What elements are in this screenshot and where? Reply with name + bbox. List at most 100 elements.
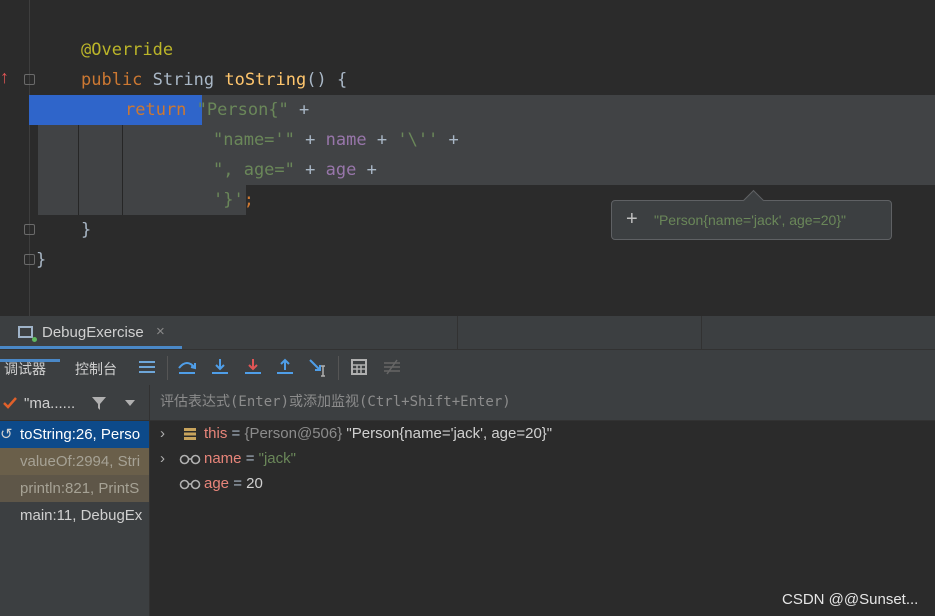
variables-panel: #watchbar input::placeholder{color:#8c8c… <box>150 385 935 616</box>
indent-guide <box>122 125 123 215</box>
trace-stream-icon[interactable] <box>381 356 403 378</box>
breakpoint-override-icon[interactable]: ↑ <box>0 68 9 86</box>
step-out-icon[interactable] <box>274 356 296 378</box>
equals-sign: = <box>241 450 259 467</box>
variable-name: this <box>204 425 228 442</box>
run-config-icon <box>18 326 33 338</box>
divider <box>457 316 458 349</box>
field-name: name <box>325 130 367 150</box>
fold-method-icon[interactable] <box>24 74 35 85</box>
menu-lines-icon[interactable] <box>136 356 158 378</box>
expand-plus-icon[interactable]: + <box>626 208 638 230</box>
string-literal: "Person{" <box>196 100 289 120</box>
method-name: toString <box>224 70 307 90</box>
chevron-right-icon[interactable]: › <box>160 446 165 471</box>
chevron-right-icon[interactable]: › <box>160 421 165 446</box>
evaluate-expression-icon[interactable] <box>348 356 370 378</box>
semicolon: ; <box>243 190 254 210</box>
debug-toolbar: 调试器 控制台 <box>0 349 935 385</box>
frame-row[interactable]: valueOf:2994, Stri <box>0 448 149 475</box>
variable-value: "jack" <box>258 450 296 467</box>
step-over-icon[interactable] <box>176 356 198 378</box>
tooltip-value: "Person{name='jack', age=20}" <box>654 212 846 228</box>
string-literal: ", age=" <box>213 160 295 180</box>
watch-bar <box>150 385 935 421</box>
operator: + <box>376 130 388 150</box>
keyword-public: public <box>81 70 143 90</box>
watch-glasses-icon <box>179 479 201 490</box>
code-line-annotation: @Override <box>81 35 173 65</box>
variable-name: name <box>204 450 242 467</box>
frame-label: valueOf:2994, Stri <box>20 453 141 470</box>
close-icon[interactable]: × <box>156 323 165 340</box>
code-line-return: return "Person{" + <box>125 95 309 125</box>
tab-label: DebugExercise <box>42 324 144 341</box>
string-literal: "name='" <box>213 130 295 150</box>
tooltip-pointer <box>742 189 765 212</box>
operator: + <box>366 160 377 180</box>
debug-tab-bar: DebugExercise × <box>0 316 935 349</box>
frames-panel: "ma...... ↺ toString:26, Perso valueOf:2… <box>0 385 149 616</box>
thread-selector[interactable]: "ma...... <box>24 395 75 412</box>
gutter-divider <box>29 0 30 316</box>
running-indicator-icon <box>32 337 37 342</box>
indent-guide <box>78 125 79 215</box>
tab-debug-exercise[interactable]: DebugExercise × <box>0 316 182 349</box>
frame-row[interactable]: main:11, DebugEx <box>0 502 149 529</box>
frame-label: main:11, DebugEx <box>20 507 143 524</box>
step-into-icon[interactable] <box>209 356 231 378</box>
char-literal: '\'' <box>397 130 439 150</box>
fold-class-end-icon[interactable] <box>24 254 35 265</box>
watch-expression-input[interactable] <box>150 385 930 419</box>
frame-row[interactable]: println:821, PrintS <box>0 475 149 502</box>
operator: + <box>305 130 316 150</box>
closing-brace: } <box>81 220 92 240</box>
evaluation-tooltip[interactable]: + "Person{name='jack', age=20}" <box>611 189 892 240</box>
divider <box>701 316 702 349</box>
signature-rest: () { <box>306 70 348 90</box>
frame-label: println:821, PrintS <box>20 480 140 497</box>
frame-label: toString:26, Perso <box>20 426 141 443</box>
chevron-down-icon[interactable] <box>124 397 136 409</box>
code-line-signature: public String toString() { <box>81 65 347 95</box>
annotation-text: @Override <box>81 40 174 60</box>
keyword-return: return <box>125 100 187 120</box>
divider <box>338 356 339 380</box>
force-step-into-icon[interactable] <box>242 356 264 378</box>
frames-toolbar: "ma...... <box>0 385 149 421</box>
variable-value: 20 <box>246 475 263 492</box>
fold-end-icon[interactable] <box>24 224 35 235</box>
operator: + <box>305 160 316 180</box>
variable-name: age <box>204 475 230 492</box>
return-arrow-icon: ↺ <box>0 426 13 443</box>
code-line-age: ", age=" + age + <box>213 155 377 185</box>
field-age: age <box>325 160 357 180</box>
closing-brace: } <box>36 250 47 270</box>
run-to-cursor-icon[interactable] <box>307 356 329 378</box>
equals-sign: = <box>227 425 245 442</box>
code-line-name: "name='" + name + '\'' + <box>213 125 459 155</box>
tab-active-underline <box>0 359 60 362</box>
operator: + <box>299 100 310 120</box>
code-line-close: '}'; <box>213 185 254 215</box>
variable-row-age[interactable]: age = 20 <box>150 471 935 496</box>
variable-row-name[interactable]: › name = "jack" <box>150 446 935 471</box>
tab-debugger[interactable]: 调试器 <box>4 359 46 379</box>
watch-glasses-icon <box>179 454 201 465</box>
filter-icon[interactable] <box>90 394 108 412</box>
code-line-class-brace: } <box>36 245 46 275</box>
frame-row-current[interactable]: ↺ toString:26, Perso <box>0 421 149 448</box>
variable-type: {Person@506} <box>244 425 343 442</box>
variable-row-this[interactable]: › this = {Person@506} "Person{name='jack… <box>150 421 935 446</box>
object-fields-icon <box>184 428 196 440</box>
operator: + <box>448 130 459 150</box>
variable-value: "Person{name='jack', age=20}" <box>342 425 553 442</box>
type-string: String <box>152 70 215 90</box>
code-editor[interactable]: ↑ @Override public String toString() { r… <box>0 0 935 316</box>
equals-sign: = <box>229 475 247 492</box>
code-line-brace: } <box>81 215 91 245</box>
divider <box>167 356 168 380</box>
char-literal: '}' <box>213 190 244 210</box>
watermark-text: CSDN @@Sunset... <box>782 591 919 608</box>
tab-console[interactable]: 控制台 <box>75 359 117 379</box>
